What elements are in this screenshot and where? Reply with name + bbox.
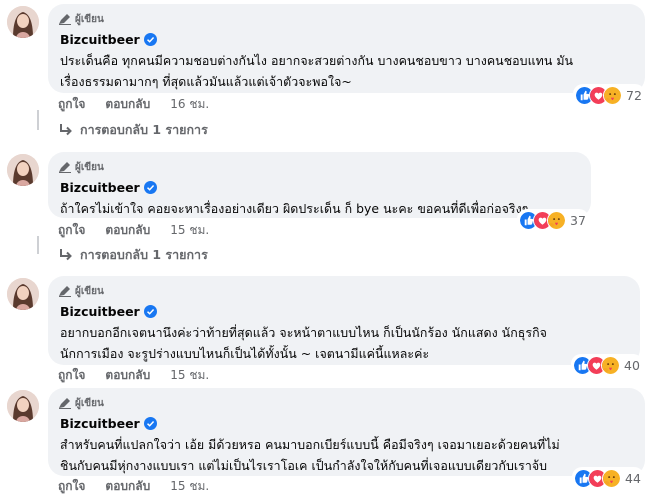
care-reaction-icon xyxy=(602,468,621,488)
reaction-summary[interactable]: 72 xyxy=(573,84,645,106)
comment-actions: ถูกใจ ตอบกลับ 16 ชม. xyxy=(58,95,209,113)
timestamp[interactable]: 15 ชม. xyxy=(170,366,209,385)
reaction-summary[interactable]: 44 xyxy=(572,467,644,489)
comment-text-line: ถ้าใครไม่เข้าใจ คอยจะหาเรื่องอย่างเดียว … xyxy=(60,201,529,216)
like-button[interactable]: ถูกใจ xyxy=(58,477,85,496)
verified-icon xyxy=(143,180,157,194)
verified-icon xyxy=(143,416,157,430)
reply-button[interactable]: ตอบกลับ xyxy=(105,366,150,385)
care-reaction-icon xyxy=(547,210,566,230)
verified-icon xyxy=(143,304,157,318)
care-reaction-icon xyxy=(603,85,622,105)
timestamp[interactable]: 15 ชม. xyxy=(170,477,209,496)
comment-text-line: สำหรับคนที่แปลกใจว่า เอ้ย มีด้วยหรอ คนมา… xyxy=(60,437,560,452)
comment-text-line: อยากบอกอีกเจตนานึงค่ะว่าท้ายที่สุดแล้ว จ… xyxy=(60,325,547,340)
author-badge: ผู้เขียน xyxy=(58,159,579,175)
reply-arrow-icon xyxy=(60,249,72,261)
care-reaction-icon xyxy=(601,355,620,375)
author-badge-label: ผู้เขียน xyxy=(75,161,104,173)
thread-line xyxy=(37,236,39,254)
comment-1: ผู้เขียน Bizcuitbeer ประเด็นคือ ทุกคนมีค… xyxy=(0,0,659,142)
reaction-count: 37 xyxy=(570,212,586,228)
comment-text: ถ้าใครไม่เข้าใจ คอยจะหาเรื่องอย่างเดียว … xyxy=(60,198,579,219)
avatar[interactable] xyxy=(7,154,39,186)
view-replies-link[interactable]: การตอบกลับ 1 รายการ xyxy=(58,245,208,265)
commenter-name[interactable]: Bizcuitbeer xyxy=(60,416,140,431)
comment-text-line: เรื่องธรรมดามากๆ ที่สุดแล้วมันแล้วแต่เจ้… xyxy=(60,74,352,89)
pen-icon xyxy=(59,286,71,297)
like-button[interactable]: ถูกใจ xyxy=(58,366,85,385)
author-badge: ผู้เขียน xyxy=(58,11,633,27)
avatar[interactable] xyxy=(7,6,39,38)
reaction-summary[interactable]: 37 xyxy=(517,209,589,231)
comment-actions: ถูกใจ ตอบกลับ 15 ชม. xyxy=(58,221,209,239)
like-button[interactable]: ถูกใจ xyxy=(58,95,85,114)
reaction-count: 40 xyxy=(624,357,640,373)
comment-bubble: ผู้เขียน Bizcuitbeer ประเด็นคือ ทุกคนมีค… xyxy=(48,4,645,93)
comment-3: ผู้เขียน Bizcuitbeer อยากบอกอีกเจตนานึงค… xyxy=(0,272,659,384)
comment-text-line: ประเด็นคือ ทุกคนมีความชอบต่างกันไง อยากจ… xyxy=(60,53,574,68)
comment-bubble: ผู้เขียน Bizcuitbeer ถ้าใครไม่เข้าใจ คอย… xyxy=(48,152,591,218)
comment-4: ผู้เขียน Bizcuitbeer สำหรับคนที่แปลกใจว่… xyxy=(0,384,659,500)
thread-line xyxy=(37,110,39,130)
author-badge-label: ผู้เขียน xyxy=(75,13,104,25)
reaction-summary[interactable]: 40 xyxy=(571,354,643,376)
author-badge: ผู้เขียน xyxy=(58,395,633,411)
reply-button[interactable]: ตอบกลับ xyxy=(105,221,150,240)
pen-icon xyxy=(59,162,71,173)
avatar[interactable] xyxy=(7,278,39,310)
view-replies-label: การตอบกลับ 1 รายการ xyxy=(80,122,208,137)
author-badge-label: ผู้เขียน xyxy=(75,285,104,297)
comment-bubble: ผู้เขียน Bizcuitbeer สำหรับคนที่แปลกใจว่… xyxy=(48,388,645,476)
avatar[interactable] xyxy=(7,390,39,422)
reply-button[interactable]: ตอบกลับ xyxy=(105,477,150,496)
comment-bubble: ผู้เขียน Bizcuitbeer อยากบอกอีกเจตนานึงค… xyxy=(48,276,640,365)
pen-icon xyxy=(59,14,71,25)
commenter-name[interactable]: Bizcuitbeer xyxy=(60,32,140,47)
comment-text: สำหรับคนที่แปลกใจว่า เอ้ย มีด้วยหรอ คนมา… xyxy=(60,434,633,476)
comment-actions: ถูกใจ ตอบกลับ 15 ชม. xyxy=(58,477,209,495)
comment-text: อยากบอกอีกเจตนานึงค่ะว่าท้ายที่สุดแล้ว จ… xyxy=(60,322,628,364)
like-button[interactable]: ถูกใจ xyxy=(58,221,85,240)
comment-actions: ถูกใจ ตอบกลับ 15 ชม. xyxy=(58,366,209,384)
comment-text: ประเด็นคือ ทุกคนมีความชอบต่างกันไง อยากจ… xyxy=(60,50,633,92)
pen-icon xyxy=(59,398,71,409)
author-badge: ผู้เขียน xyxy=(58,283,628,299)
view-replies-label: การตอบกลับ 1 รายการ xyxy=(80,247,208,262)
verified-icon xyxy=(143,32,157,46)
author-badge-label: ผู้เขียน xyxy=(75,397,104,409)
reply-button[interactable]: ตอบกลับ xyxy=(105,95,150,114)
reaction-count: 72 xyxy=(626,87,642,103)
commenter-name[interactable]: Bizcuitbeer xyxy=(60,180,140,195)
reply-arrow-icon xyxy=(60,124,72,136)
commenter-name[interactable]: Bizcuitbeer xyxy=(60,304,140,319)
comment-2: ผู้เขียน Bizcuitbeer ถ้าใครไม่เข้าใจ คอย… xyxy=(0,148,659,268)
comment-text-line: นักการเมือง จะรูปร่างแบบไหนก็เป็นได้ทั้ง… xyxy=(60,346,430,361)
comment-text-line: ชินกับคนมีหุ่กงางแบบเรา แต่ไม่เป็นไรเราโ… xyxy=(60,458,548,473)
timestamp[interactable]: 16 ชม. xyxy=(170,95,209,114)
timestamp[interactable]: 15 ชม. xyxy=(170,221,209,240)
view-replies-link[interactable]: การตอบกลับ 1 รายการ xyxy=(58,120,208,140)
reaction-count: 44 xyxy=(625,470,641,486)
